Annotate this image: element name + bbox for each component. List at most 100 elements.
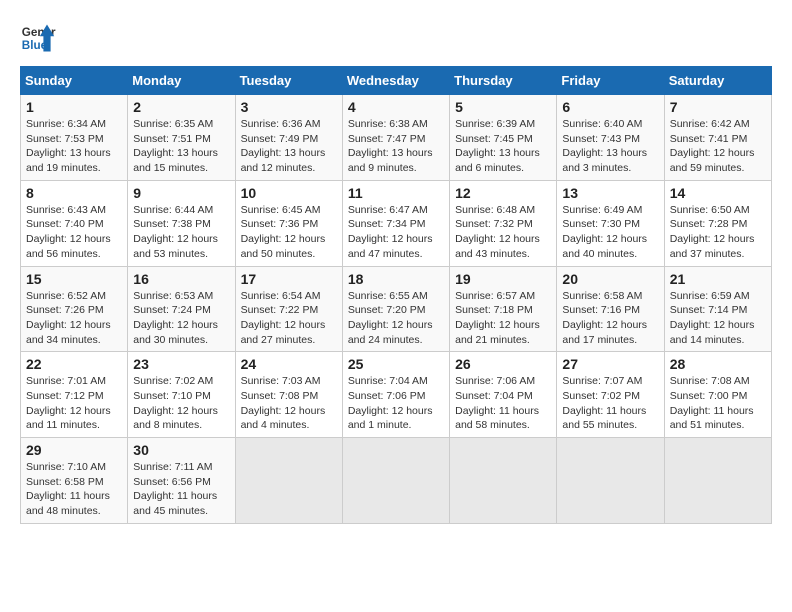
calendar-day: 23 Sunrise: 7:02 AMSunset: 7:10 PMDayligh… [128, 352, 235, 438]
day-number: 1 [26, 99, 122, 115]
calendar-day: 5Sunrise: 6:39 AMSunset: 7:45 PMDaylight… [450, 95, 557, 181]
day-number: 28 [670, 356, 766, 372]
calendar-day [557, 438, 664, 524]
day-info: Sunrise: 7:10 AMSunset: 6:58 PMDaylight:… [26, 461, 110, 517]
calendar-day: 11Sunrise: 6:47 AMSunset: 7:34 PMDayligh… [342, 180, 449, 266]
calendar-table: SundayMondayTuesdayWednesdayThursdayFrid… [20, 66, 772, 524]
logo: General Blue [20, 20, 56, 56]
weekday-header-tuesday: Tuesday [235, 67, 342, 95]
calendar-day: 19 Sunrise: 6:57 AMSunset: 7:18 PMDayligh… [450, 266, 557, 352]
day-info: Sunrise: 6:42 AMSunset: 7:41 PMDaylight:… [670, 118, 755, 174]
day-info: Sunrise: 7:04 AMSunset: 7:06 PMDaylight:… [348, 375, 433, 431]
calendar-day: 16 Sunrise: 6:53 AMSunset: 7:24 PMDayligh… [128, 266, 235, 352]
day-info: Sunrise: 6:52 AMSunset: 7:26 PMDaylight:… [26, 290, 111, 346]
day-info: Sunrise: 6:38 AMSunset: 7:47 PMDaylight:… [348, 118, 433, 174]
weekday-header-sunday: Sunday [21, 67, 128, 95]
calendar-day: 22 Sunrise: 7:01 AMSunset: 7:12 PMDayligh… [21, 352, 128, 438]
day-number: 5 [455, 99, 551, 115]
day-info: Sunrise: 6:59 AMSunset: 7:14 PMDaylight:… [670, 290, 755, 346]
calendar-week-1: 1 Sunrise: 6:34 AMSunset: 7:53 PMDaylight… [21, 95, 772, 181]
day-number: 17 [241, 271, 337, 287]
calendar-day: 29Sunrise: 7:10 AMSunset: 6:58 PMDayligh… [21, 438, 128, 524]
calendar-week-2: 8 Sunrise: 6:43 AMSunset: 7:40 PMDaylight… [21, 180, 772, 266]
day-info: Sunrise: 6:53 AMSunset: 7:24 PMDaylight:… [133, 290, 218, 346]
weekday-header-friday: Friday [557, 67, 664, 95]
calendar-day: 26 Sunrise: 7:06 AMSunset: 7:04 PMDayligh… [450, 352, 557, 438]
calendar-day [342, 438, 449, 524]
calendar-day: 1 Sunrise: 6:34 AMSunset: 7:53 PMDaylight… [21, 95, 128, 181]
calendar-day [235, 438, 342, 524]
day-number: 20 [562, 271, 658, 287]
day-info: Sunrise: 6:58 AMSunset: 7:16 PMDaylight:… [562, 290, 647, 346]
calendar-day: 20 Sunrise: 6:58 AMSunset: 7:16 PMDayligh… [557, 266, 664, 352]
day-number: 25 [348, 356, 444, 372]
day-number: 7 [670, 99, 766, 115]
day-info: Sunrise: 6:35 AMSunset: 7:51 PMDaylight:… [133, 118, 218, 174]
calendar-week-3: 15 Sunrise: 6:52 AMSunset: 7:26 PMDayligh… [21, 266, 772, 352]
calendar-day: 7 Sunrise: 6:42 AMSunset: 7:41 PMDaylight… [664, 95, 771, 181]
day-info: Sunrise: 6:57 AMSunset: 7:18 PMDaylight:… [455, 290, 540, 346]
calendar-day [664, 438, 771, 524]
day-number: 22 [26, 356, 122, 372]
calendar-day: 6 Sunrise: 6:40 AMSunset: 7:43 PMDaylight… [557, 95, 664, 181]
calendar-day: 10Sunrise: 6:45 AMSunset: 7:36 PMDayligh… [235, 180, 342, 266]
weekday-header-saturday: Saturday [664, 67, 771, 95]
day-info: Sunrise: 7:03 AMSunset: 7:08 PMDaylight:… [241, 375, 326, 431]
day-info: Sunrise: 7:08 AMSunset: 7:00 PMDaylight:… [670, 375, 754, 431]
day-number: 12 [455, 185, 551, 201]
day-number: 30 [133, 442, 229, 458]
calendar-body: 1 Sunrise: 6:34 AMSunset: 7:53 PMDaylight… [21, 95, 772, 524]
calendar-day: 30 Sunrise: 7:11 AMSunset: 6:56 PMDayligh… [128, 438, 235, 524]
day-number: 2 [133, 99, 229, 115]
calendar-day: 13Sunrise: 6:49 AMSunset: 7:30 PMDayligh… [557, 180, 664, 266]
day-info: Sunrise: 6:50 AMSunset: 7:28 PMDaylight:… [670, 204, 755, 260]
calendar-day: 28 Sunrise: 7:08 AMSunset: 7:00 PMDayligh… [664, 352, 771, 438]
calendar-day: 12 Sunrise: 6:48 AMSunset: 7:32 PMDayligh… [450, 180, 557, 266]
calendar-day: 18Sunrise: 6:55 AMSunset: 7:20 PMDayligh… [342, 266, 449, 352]
calendar-day: 24Sunrise: 7:03 AMSunset: 7:08 PMDayligh… [235, 352, 342, 438]
day-info: Sunrise: 6:45 AMSunset: 7:36 PMDaylight:… [241, 204, 326, 260]
calendar-day: 15 Sunrise: 6:52 AMSunset: 7:26 PMDayligh… [21, 266, 128, 352]
day-info: Sunrise: 7:11 AMSunset: 6:56 PMDaylight:… [133, 461, 217, 517]
calendar-day: 17 Sunrise: 6:54 AMSunset: 7:22 PMDayligh… [235, 266, 342, 352]
day-info: Sunrise: 7:02 AMSunset: 7:10 PMDaylight:… [133, 375, 218, 431]
weekday-header-wednesday: Wednesday [342, 67, 449, 95]
page-header: General Blue [20, 20, 772, 56]
day-info: Sunrise: 6:48 AMSunset: 7:32 PMDaylight:… [455, 204, 540, 260]
day-number: 16 [133, 271, 229, 287]
day-number: 15 [26, 271, 122, 287]
day-info: Sunrise: 7:01 AMSunset: 7:12 PMDaylight:… [26, 375, 111, 431]
day-info: Sunrise: 6:49 AMSunset: 7:30 PMDaylight:… [562, 204, 647, 260]
day-info: Sunrise: 7:06 AMSunset: 7:04 PMDaylight:… [455, 375, 539, 431]
day-info: Sunrise: 6:55 AMSunset: 7:20 PMDaylight:… [348, 290, 433, 346]
day-info: Sunrise: 6:44 AMSunset: 7:38 PMDaylight:… [133, 204, 218, 260]
day-info: Sunrise: 6:40 AMSunset: 7:43 PMDaylight:… [562, 118, 647, 174]
calendar-day: 27 Sunrise: 7:07 AMSunset: 7:02 PMDayligh… [557, 352, 664, 438]
day-info: Sunrise: 6:34 AMSunset: 7:53 PMDaylight:… [26, 118, 111, 174]
calendar-day: 2 Sunrise: 6:35 AMSunset: 7:51 PMDaylight… [128, 95, 235, 181]
calendar-day: 25 Sunrise: 7:04 AMSunset: 7:06 PMDayligh… [342, 352, 449, 438]
calendar-day: 3Sunrise: 6:36 AMSunset: 7:49 PMDaylight… [235, 95, 342, 181]
day-info: Sunrise: 6:43 AMSunset: 7:40 PMDaylight:… [26, 204, 111, 260]
day-info: Sunrise: 7:07 AMSunset: 7:02 PMDaylight:… [562, 375, 646, 431]
day-info: Sunrise: 6:36 AMSunset: 7:49 PMDaylight:… [241, 118, 326, 174]
calendar-day: 4 Sunrise: 6:38 AMSunset: 7:47 PMDaylight… [342, 95, 449, 181]
calendar-day: 14Sunrise: 6:50 AMSunset: 7:28 PMDayligh… [664, 180, 771, 266]
day-info: Sunrise: 6:54 AMSunset: 7:22 PMDaylight:… [241, 290, 326, 346]
day-number: 23 [133, 356, 229, 372]
calendar-week-4: 22 Sunrise: 7:01 AMSunset: 7:12 PMDayligh… [21, 352, 772, 438]
day-number: 11 [348, 185, 444, 201]
day-number: 19 [455, 271, 551, 287]
day-number: 4 [348, 99, 444, 115]
day-number: 6 [562, 99, 658, 115]
logo-icon: General Blue [20, 20, 56, 56]
day-number: 8 [26, 185, 122, 201]
day-number: 26 [455, 356, 551, 372]
weekday-header-monday: Monday [128, 67, 235, 95]
calendar-week-5: 29Sunrise: 7:10 AMSunset: 6:58 PMDayligh… [21, 438, 772, 524]
weekday-header-thursday: Thursday [450, 67, 557, 95]
calendar-day [450, 438, 557, 524]
calendar-header: SundayMondayTuesdayWednesdayThursdayFrid… [21, 67, 772, 95]
day-number: 27 [562, 356, 658, 372]
calendar-day: 8 Sunrise: 6:43 AMSunset: 7:40 PMDaylight… [21, 180, 128, 266]
